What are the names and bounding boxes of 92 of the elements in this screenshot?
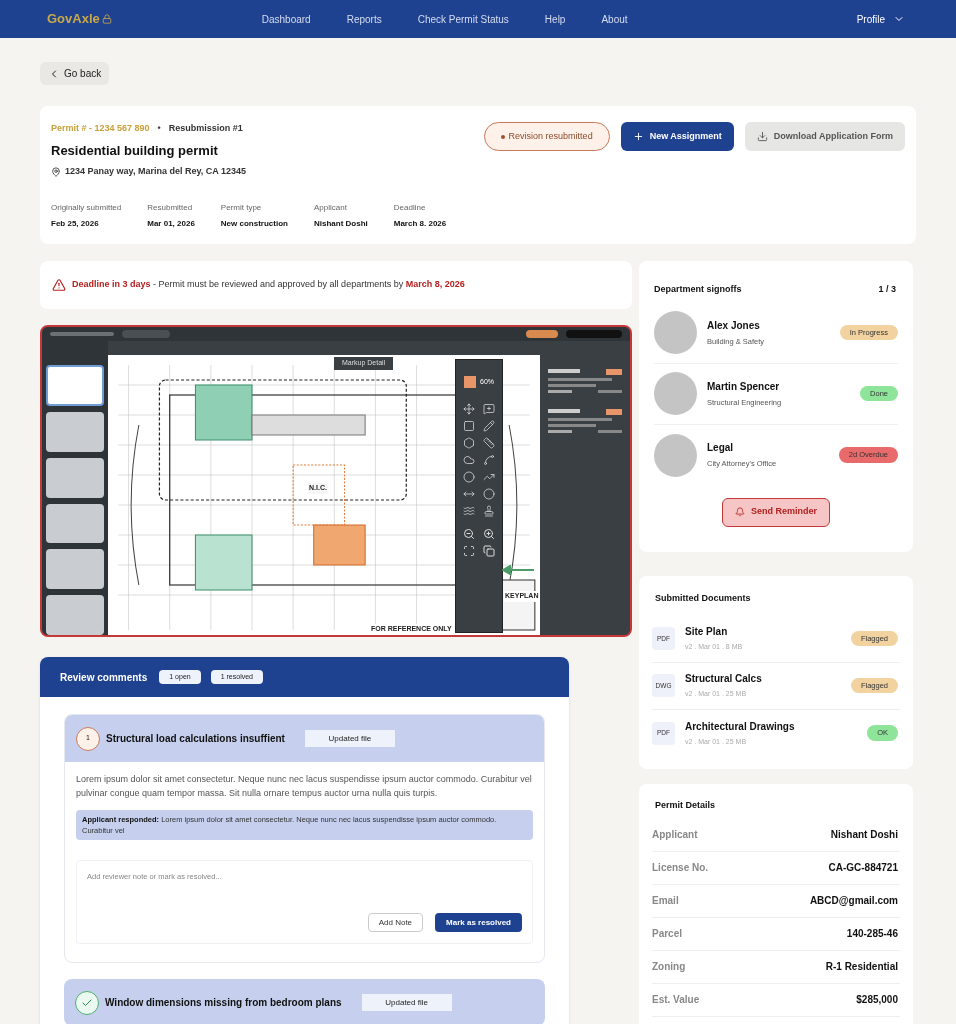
circle-icon[interactable] [463,471,475,483]
permit-title: Residential building permit [51,141,219,160]
detail-value: ABCD@gmail.com [809,894,898,908]
nav-link[interactable]: Reports [346,11,382,27]
fact-value: New construction [220,217,288,230]
signoff-name: Alex Jones [707,318,761,333]
detail-label: Zoning [652,960,686,974]
nav-link[interactable]: About [601,11,628,27]
detail-label: Parcel [652,927,683,941]
send-reminder-button[interactable]: Send Reminder [722,497,830,527]
profile-menu[interactable]: Profile [856,11,905,27]
new-assignment-button[interactable]: New Assignment [620,122,734,151]
nav-link[interactable]: Check Permit Status [417,11,509,27]
download-icon [756,131,768,142]
go-back-button[interactable]: Go back [40,62,110,85]
signoffs-title: Department signoffs [654,283,742,296]
fact-label: Applicant [313,201,348,214]
avatar [654,311,697,354]
signoffs-count: 1 / 3 [878,283,896,296]
fact-label: Permit type [220,201,263,214]
move-icon[interactable] [463,403,475,415]
stamp-icon[interactable] [483,505,495,517]
document-name: Site Plan [685,625,729,640]
warning-icon [52,278,66,292]
copy-icon[interactable] [483,545,495,557]
download-form-button[interactable]: Download Application Form [744,122,905,151]
detail-value: $285,000 [856,993,898,1007]
fact-label: Resubmitted [147,201,194,214]
document-name: Structural Calcs [685,672,762,687]
page-thumbnail[interactable] [46,457,104,498]
hexagon-icon[interactable] [463,437,475,449]
fact-label: Deadline [393,201,427,214]
avatar [654,372,697,415]
details-title: Permit Details [655,799,717,812]
ruler-icon[interactable] [483,437,495,449]
lock-icon [101,14,112,24]
fact-value: Nishant Doshi [313,217,368,230]
circle-icon[interactable] [483,488,495,500]
fact-label: Originally submitted [51,201,122,214]
permit-number: Permit # - 1234 567 890 [51,122,150,135]
signoff-name: Martin Spencer [707,379,781,394]
detail-value: Nishant Doshi [830,828,898,842]
zoom-out-icon[interactable] [463,528,475,540]
color-swatch[interactable] [464,376,476,388]
pencil-icon[interactable] [483,420,495,432]
fit-icon[interactable] [463,545,475,557]
wave-icon[interactable] [463,505,475,517]
detail-label: Applicant [652,828,698,842]
brand-logo[interactable]: GovAxle [47,9,100,29]
location-pin-icon [51,166,61,177]
rectangle-icon[interactable] [463,420,475,432]
nav-link[interactable]: Dashboard [261,11,311,27]
plus-icon [632,131,644,142]
deadline-message: Deadline in 3 days - Permit must be reviewed and approved by all departments by March 8, 2026 [72,278,465,292]
comment-icon[interactable] [483,403,495,415]
bell-icon [735,507,745,517]
cloud-icon[interactable] [463,454,475,466]
spline-icon[interactable] [483,454,495,466]
avatar [654,433,697,477]
detail-value: R-1 Residential [825,960,898,974]
documents-title: Submitted Documents [655,592,752,605]
detail-label: Est. Value [652,993,700,1007]
page-thumbnail[interactable] [46,365,104,406]
zoom-in-icon[interactable] [483,528,495,540]
resubmission-label: Resubmission #1 [168,122,243,135]
nav-link[interactable]: Help [544,11,566,27]
comment-title: Structural load calculations insuffient [106,732,285,746]
status-pill: Revision resubmitted [483,122,610,151]
detail-label: Email [652,894,679,908]
detail-value: 140-285-46 [846,927,898,941]
page-thumbnail[interactable] [46,549,104,590]
page-thumbnail[interactable] [46,503,104,544]
page-thumbnail[interactable] [46,411,104,452]
document-name: Architectural Drawings [685,719,795,734]
updated-file-tag[interactable]: Updated file [361,994,452,1011]
separator-dot: • [157,122,161,135]
updated-file-tag[interactable]: Updated file [304,730,395,747]
permit-address: 1234 Panay way, Marina del Rey, CA 12345 [65,165,246,178]
arrow-icon [502,565,536,575]
mark-resolved-button[interactable]: Mark as resolved [435,913,522,932]
comment-title: Window dimensions missing from bedroom plans [105,996,342,1010]
fact-value: March 8. 2026 [393,217,447,230]
detail-value: CA-GC-884721 [828,861,898,875]
fact-value: Feb 25, 2026 [51,217,100,230]
polyline-icon[interactable] [483,471,495,483]
fact-value: Mar 01, 2026 [147,217,195,230]
signoff-name: Legal [707,441,735,456]
review-comments-title: Review comments [60,670,148,685]
comment-body: Lorem ipsum dolor sit amet consectetur. Neque nunc nec lacus suspendisse ipsum auctor commodo. Curabitur vel pulvinar congue quam tempor massa. Sit nulla ornare tempus auctor urna nulla quis turpis. [76,773,533,800]
add-note-button[interactable]: Add Note [367,913,424,932]
page-thumbnail[interactable] [46,595,104,635]
detail-label: License No. [652,861,709,875]
